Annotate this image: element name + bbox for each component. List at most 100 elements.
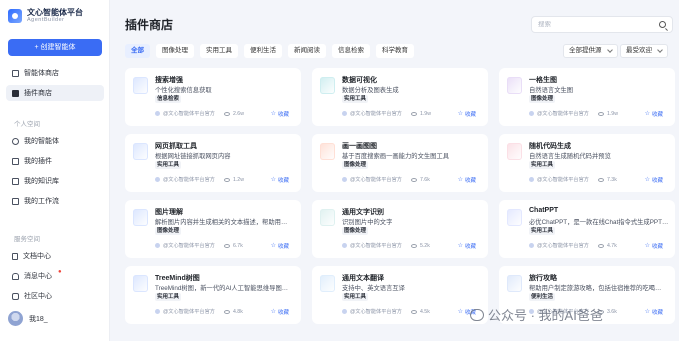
views-icon [223, 243, 230, 248]
plugin-provider-name: 文心智能体平台官方 [355, 177, 402, 183]
provider-avatar-icon [342, 309, 347, 314]
plugin-category-tag: 实用工具 [155, 161, 182, 169]
plugin-provider: @文心智能体平台官方 [350, 177, 402, 183]
plugin-provider-name: 文心智能体平台官方 [168, 111, 215, 117]
plugin-provider: @文心智能体平台官方 [350, 243, 402, 249]
plugin-title: 随机代码生成 [529, 143, 571, 150]
plugin-card[interactable]: 图片理解 解析图片内容并生成相关的文本描述，帮助用… 图像处理 @文心智能体平台官方 6… [125, 200, 301, 258]
tab-utility[interactable]: 实用工具 [200, 44, 238, 58]
favorite-button[interactable]: ☆ 收藏 [458, 176, 476, 184]
favorite-button[interactable]: ☆ 收藏 [271, 308, 289, 316]
plugin-category-tag: 实用工具 [529, 161, 556, 169]
sidebar-item-community[interactable]: 社区中心 [6, 288, 104, 304]
sidebar-item-my-workflows[interactable]: 我的工作流 [6, 193, 104, 209]
plugin-views: 5.2k [419, 242, 430, 249]
plugin-icon [133, 209, 148, 226]
plugin-card[interactable]: 画一画图图 基于百度搜索画一画能力的文生图工具 图像处理 @文心智能体平台官方 7.6k… [312, 134, 488, 192]
plugin-box-icon [12, 157, 19, 165]
plugin-card[interactable]: 搜索增强 个性化搜索信息获取 信息检索 @文心智能体平台官方 2.6w ☆ 收藏 [125, 68, 301, 126]
star-icon: ☆ [644, 177, 650, 183]
tab-all[interactable]: 全部 [125, 44, 150, 58]
favorite-button[interactable]: ☆ 收藏 [271, 242, 289, 250]
provider-avatar-icon [529, 243, 534, 248]
plugin-views: 1.2w [232, 176, 244, 183]
plugin-meta: @文心智能体平台官方 1.2w [155, 176, 244, 183]
sidebar-item-messages[interactable]: 消息中心 ● [6, 268, 104, 284]
search-icon[interactable] [659, 21, 666, 28]
plugin-description: 根据网址链接抓取网页内容 [155, 153, 231, 160]
user-profile[interactable]: 我18_ [8, 311, 48, 326]
plugin-card[interactable]: 通用文字识别 识别图片中的文字 图像处理 @文心智能体平台官方 5.2k ☆ 收藏 [312, 200, 488, 258]
star-icon: ☆ [270, 111, 276, 117]
avatar[interactable] [8, 311, 23, 326]
plugin-provider: @文心智能体平台官方 [350, 111, 402, 117]
plugin-icon [320, 143, 335, 160]
sidebar-item-agent-store[interactable]: 智能体商店 [6, 65, 104, 81]
plugin-description: 数据分析及图表生成 [342, 87, 399, 94]
favorite-button[interactable]: ☆ 收藏 [271, 176, 289, 184]
brand-subtitle: AgentBuilder [27, 17, 65, 23]
create-agent-button[interactable]: + 创建智能体 [8, 39, 102, 56]
plugin-description: 个性化搜索信息获取 [155, 87, 212, 94]
plugin-meta: @文心智能体平台官方 7.3k [529, 176, 617, 183]
plugin-meta: @文心智能体平台官方 6.7k [155, 242, 243, 249]
sidebar-item-docs[interactable]: 文档中心 [6, 248, 104, 264]
favorite-label: 收藏 [277, 310, 289, 316]
favorite-button[interactable]: ☆ 收藏 [645, 308, 663, 316]
plugin-description: 自然语言生成随机代码并预览 [529, 153, 611, 160]
plugin-card[interactable]: ChatPPT 必优ChatPPT，是一款在线Chat指令式生成PPT… 实用工具 @… [499, 200, 675, 258]
workflow-icon [12, 197, 19, 205]
provider-avatar-icon [155, 177, 160, 182]
plugin-category-tag: 实用工具 [155, 293, 182, 301]
plugin-icon [320, 209, 335, 226]
favorite-button[interactable]: ☆ 收藏 [645, 242, 663, 250]
star-icon: ☆ [270, 177, 276, 183]
search-input[interactable] [538, 21, 659, 28]
plugin-views: 7.3k [606, 176, 617, 183]
star-icon: ☆ [457, 111, 463, 117]
favorite-button[interactable]: ☆ 收藏 [458, 110, 476, 118]
sidebar-item-my-agents[interactable]: 我的智能体 [6, 133, 104, 149]
brand[interactable]: 文心智能体平台 AgentBuilder [8, 8, 83, 24]
plugin-card[interactable]: 通用文本翻译 支持中、英文语言互译 实用工具 @文心智能体平台官方 4.5k ☆ 收藏 [312, 266, 488, 324]
tab-info-search[interactable]: 信息检索 [332, 44, 370, 58]
favorite-button[interactable]: ☆ 收藏 [271, 110, 289, 118]
plugin-card[interactable]: 网页抓取工具 根据网址链接抓取网页内容 实用工具 @文心智能体平台官方 1.2w ☆ 收藏 [125, 134, 301, 192]
plugin-card[interactable]: TreeMind树图 TreeMind树图，新一代的AI人工智能思维导图… 实用工具… [125, 266, 301, 324]
plugin-card[interactable]: 数据可视化 数据分析及图表生成 实用工具 @文心智能体平台官方 1.9w ☆ 收藏 [312, 68, 488, 126]
sort-select[interactable]: 最受欢迎 [620, 44, 668, 58]
sidebar-item-my-knowledge[interactable]: 我的知识库 [6, 173, 104, 189]
plugin-provider: @文心智能体平台官方 [537, 177, 589, 183]
plugin-views: 2.6w [232, 110, 244, 117]
sidebar-item-plugin-store[interactable]: 插件商店 [6, 85, 104, 101]
plugin-category-tag: 图像处理 [155, 227, 182, 235]
brand-logo-icon [8, 9, 22, 23]
plugin-card[interactable]: 一格生图 自然语言文生图 图像处理 @文心智能体平台官方 1.9w ☆ 收藏 [499, 68, 675, 126]
provider-avatar-icon [155, 309, 160, 314]
tab-science[interactable]: 科学教育 [376, 44, 414, 58]
plugin-provider: @文心智能体平台官方 [537, 111, 589, 117]
views-icon [410, 177, 417, 182]
sidebar-item-my-plugins[interactable]: 我的插件 [6, 153, 104, 169]
source-filter-select[interactable]: 全部提供源 [563, 44, 618, 58]
plugin-provider: @文心智能体平台官方 [163, 243, 215, 249]
plugin-meta: @文心智能体平台官方 4.5k [342, 308, 430, 315]
favorite-button[interactable]: ☆ 收藏 [645, 110, 663, 118]
plugin-category-tag: 便利生活 [529, 293, 556, 301]
search-box[interactable] [531, 16, 673, 33]
provider-avatar-icon [342, 177, 347, 182]
plugin-category-tag: 实用工具 [342, 293, 369, 301]
plugin-card[interactable]: 随机代码生成自然语言生成随机代码并预览 实用工具 @文心智能体平台官方 7.3k ☆ 收藏 [499, 134, 675, 192]
plugin-provider-name: 文心智能体平台官方 [168, 177, 215, 183]
tab-life[interactable]: 便利生活 [244, 44, 282, 58]
plugin-icon [133, 77, 148, 94]
plugin-provider-name: 文心智能体平台官方 [542, 177, 589, 183]
favorite-button[interactable]: ☆ 收藏 [645, 176, 663, 184]
favorite-button[interactable]: ☆ 收藏 [458, 242, 476, 250]
plugin-title: 画一画图图 [342, 143, 377, 150]
plugin-provider-name: 文心智能体平台官方 [355, 243, 402, 249]
tab-image[interactable]: 图像处理 [156, 44, 194, 58]
plugin-provider-name: 文心智能体平台官方 [542, 243, 589, 249]
tab-news[interactable]: 新闻阅读 [288, 44, 326, 58]
sidebar-item-label: 插件商店 [24, 90, 52, 97]
